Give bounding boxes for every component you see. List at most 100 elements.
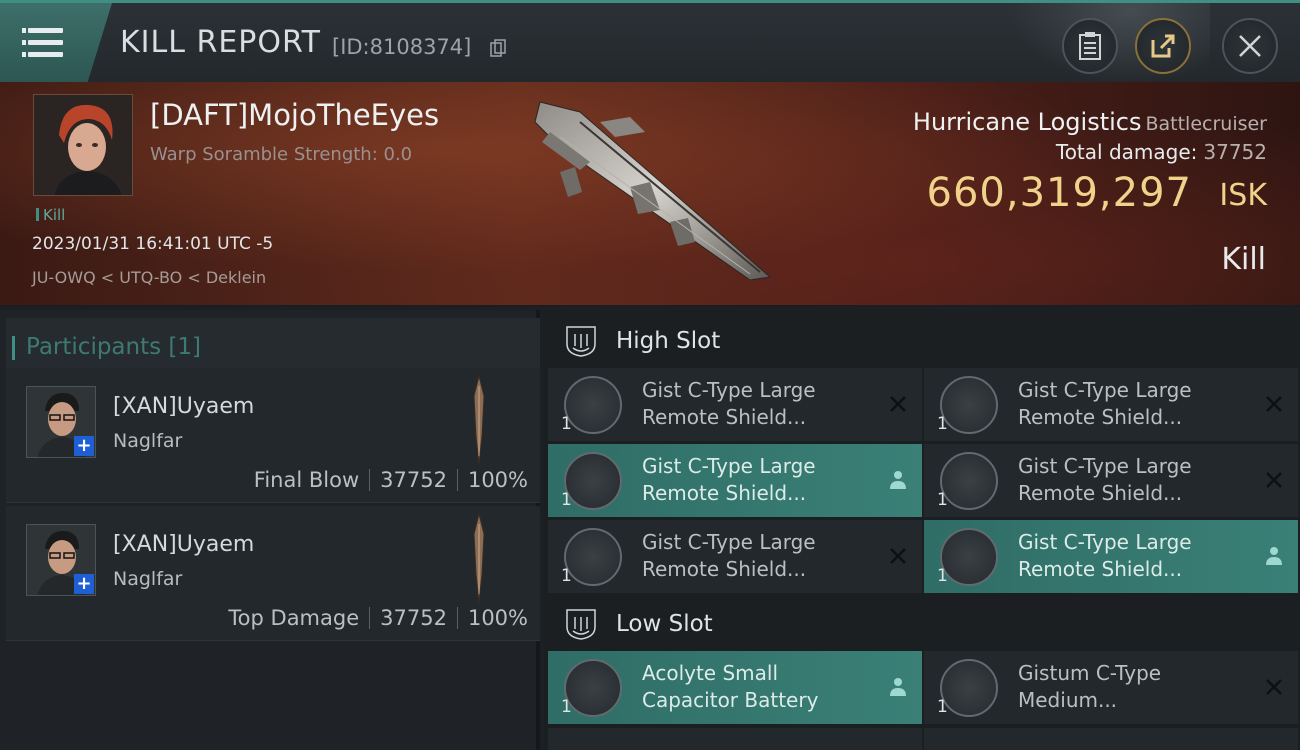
shield-booster-icon [940, 528, 998, 586]
header-bar: KILL REPORT [ID:8108374] [0, 0, 1300, 85]
victim-portrait[interactable] [33, 94, 133, 196]
menu-icon-dot [22, 40, 26, 45]
victim-ship[interactable]: Hurricane Logistics Battlecruiser [913, 108, 1267, 136]
isk-unit: ISK [1219, 178, 1267, 213]
participant-name[interactable]: [XAN]Uyaem [113, 532, 254, 557]
module-quantity: 1 [561, 490, 572, 510]
kill-result: Kill [1221, 242, 1266, 277]
participants-label: Participants [1] [12, 334, 201, 360]
dropped-person-icon [890, 678, 906, 696]
report-id: [ID:8108374] [332, 35, 472, 59]
module-slot-partial[interactable] [548, 728, 922, 750]
copy-icon[interactable] [490, 39, 506, 57]
participant-row[interactable]: + [XAN]Uyaem Naglfar Final Blow 37752 100% [6, 368, 540, 503]
total-damage-label: Total damage: [1055, 140, 1198, 164]
menu-icon-line [28, 52, 63, 57]
module-slot-partial[interactable] [924, 728, 1298, 750]
ship-name-label: Hurricane Logistics [912, 108, 1142, 136]
module-name-line2: Remote Shield... [642, 405, 807, 429]
divider [369, 469, 371, 491]
module-name: Gist C-Type Large [642, 530, 816, 554]
divider [456, 469, 458, 491]
destroyed-icon [1266, 396, 1282, 412]
plus-icon[interactable]: + [74, 436, 94, 456]
menu-icon-line [28, 40, 63, 45]
dropped-person-icon [1266, 547, 1282, 565]
participant-stats: Final Blow 37752 100% [254, 468, 528, 492]
participants-panel: Participants [1] + [XAN]Uyaem Naglfar Fi… [0, 310, 540, 750]
module-slot[interactable]: 1 Acolyte Small Capacitor Battery [548, 651, 922, 724]
module-quantity: 1 [937, 697, 948, 717]
participant-row[interactable]: + [XAN]Uyaem Naglfar Top Damage 37752 100% [6, 506, 540, 641]
module-quantity: 1 [561, 566, 572, 586]
shield-booster-icon [564, 452, 622, 510]
divider [456, 607, 458, 629]
participant-name[interactable]: [XAN]Uyaem [113, 394, 254, 419]
module-quantity: 1 [561, 414, 572, 434]
participant-damage: 37752 [380, 468, 447, 492]
divider [369, 607, 371, 629]
weapon-icon [473, 514, 485, 602]
module-name-line2: Remote Shield... [642, 481, 807, 505]
close-button[interactable] [1222, 18, 1278, 74]
share-button[interactable] [1135, 18, 1191, 74]
module-slot[interactable]: 1 Gist C-Type Large Remote Shield... [924, 368, 1298, 441]
menu-button[interactable] [0, 3, 112, 83]
module-name-line2: Remote Shield... [642, 557, 807, 581]
module-name-line2: Remote Shield... [1018, 405, 1183, 429]
module-quantity: 1 [561, 697, 572, 717]
destroyed-icon [1266, 679, 1282, 695]
module-name-line2: Capacitor Battery [642, 688, 819, 712]
participant-percent: 100% [467, 606, 528, 630]
kill-tag: Kill [36, 206, 65, 224]
victim-name[interactable]: [DAFT]MojoTheEyes [150, 98, 439, 132]
shield-booster-icon [564, 376, 622, 434]
module-name: Acolyte Small [642, 661, 779, 685]
participant-damage: 37752 [380, 606, 447, 630]
participant-ship: Naglfar [113, 568, 183, 590]
module-name-line2: Remote Shield... [1018, 481, 1183, 505]
avatar[interactable]: + [26, 524, 96, 596]
module-name: Gist C-Type Large [1018, 454, 1192, 478]
destroyed-icon [890, 396, 906, 412]
participant-ship: Naglfar [113, 430, 183, 452]
module-slot[interactable]: 1 Gist C-Type Large Remote Shield... [924, 520, 1298, 593]
ship-class-label: Battlecruiser [1145, 113, 1267, 135]
victim-ship-image[interactable] [520, 92, 790, 292]
clipboard-button[interactable] [1062, 18, 1118, 74]
weapon-icon [473, 376, 485, 464]
high-slot-icon [566, 326, 596, 357]
clipboard-icon [1079, 32, 1101, 60]
participant-stats: Top Damage 37752 100% [228, 606, 528, 630]
low-slot-header: Low Slot [548, 595, 1300, 653]
module-name: Gist C-Type Large [642, 378, 816, 402]
high-slot-header: High Slot [548, 312, 1300, 370]
avatar[interactable]: + [26, 386, 96, 458]
kill-location[interactable]: JU-OWQ < UTQ-BO < Deklein [32, 268, 266, 287]
close-icon [1239, 35, 1261, 57]
menu-icon [22, 28, 26, 33]
shield-booster-icon [564, 528, 622, 586]
fitting-panel: High Slot 1 Gist C-Type Large Remote Shi… [544, 310, 1300, 750]
module-name: Gist C-Type Large [1018, 530, 1192, 554]
capacitor-battery-icon [564, 659, 622, 717]
isk-value: 660,319,297 [926, 170, 1192, 216]
module-name-line2: Remote Shield... [1018, 557, 1183, 581]
shield-booster-icon [940, 452, 998, 510]
module-slot[interactable]: 1 Gist C-Type Large Remote Shield... [924, 444, 1298, 517]
menu-icon-dot [22, 52, 26, 57]
page-title: KILL REPORT [120, 25, 321, 60]
plus-icon[interactable]: + [74, 574, 94, 594]
victim-banner: [DAFT]MojoTheEyes Warp Soramble Strength… [0, 82, 1300, 307]
menu-icon-line [28, 28, 63, 33]
module-name: Gist C-Type Large [642, 454, 816, 478]
participant-role: Top Damage [228, 606, 360, 630]
module-name: Gist C-Type Large [1018, 378, 1192, 402]
participant-percent: 100% [467, 468, 528, 492]
module-slot[interactable]: 1 Gist C-Type Large Remote Shield... [548, 368, 922, 441]
module-name-line2: Medium... [1018, 688, 1118, 712]
total-damage-value: 37752 [1203, 140, 1267, 164]
module-slot[interactable]: 1 Gistum C-Type Medium... [924, 651, 1298, 724]
module-slot[interactable]: 1 Gist C-Type Large Remote Shield... [548, 520, 922, 593]
module-slot[interactable]: 1 Gist C-Type Large Remote Shield... [548, 444, 922, 517]
